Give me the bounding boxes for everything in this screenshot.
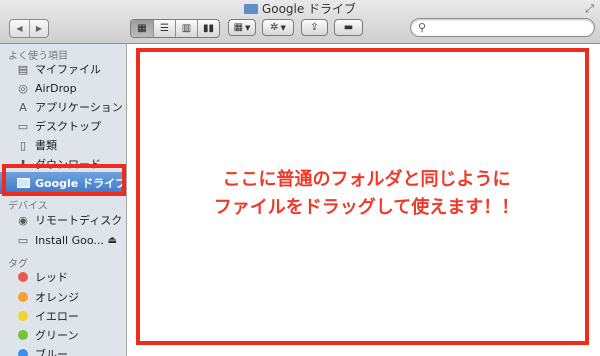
sidebar-item-google-drive[interactable]: Google ドライブ [0, 172, 127, 194]
sidebar-item-airdrop[interactable]: ◎ AirDrop [0, 78, 126, 98]
sidebar-item-label: AirDrop [35, 81, 77, 95]
tag-toggle-icon: ▬ [343, 22, 354, 33]
arrange-button[interactable]: ▦ ▼ [228, 19, 256, 36]
desktop-icon: ▭ [17, 119, 29, 133]
sidebar-item-label: デスクトップ [35, 120, 101, 133]
sidebar-item-remote-disc[interactable]: ◉ リモートディスク [0, 210, 126, 230]
sidebar-item-label: マイファイル [35, 63, 101, 76]
fullscreen-icon[interactable]: ⤢ [585, 2, 594, 16]
back-arrow-icon: ◀ [16, 24, 23, 33]
sidebar-item-tag-red[interactable]: レッド [0, 267, 126, 287]
title-bar: Google ドライブ ⤢ ◀ ▶ ▦ ☰ ▥ ▮▮ ▦ ▼ ✲ ▼ ⇪ ▬ ⚲ [0, 0, 600, 44]
documents-icon: ▯ [19, 138, 27, 152]
chevron-down-icon: ▼ [280, 23, 286, 32]
disk-icon: ▭ [17, 233, 29, 247]
sidebar-item-applications[interactable]: A アプリケーション [0, 97, 126, 117]
file-browser-area[interactable]: ここに普通のフォルダと同じように ファイルをドラッグして使えます！！ [128, 45, 600, 356]
icon-view-button[interactable]: ▦ [131, 20, 153, 37]
tag-dot-icon [16, 290, 30, 304]
finder-window: Google ドライブ ⤢ ◀ ▶ ▦ ☰ ▥ ▮▮ ▦▼ ✲▼ ⇪ ▬ ⚲ [0, 0, 600, 356]
column-view-button[interactable]: ▥ [175, 20, 197, 37]
search-field[interactable]: ⚲ [410, 18, 595, 37]
window-title: Google ドライブ [0, 2, 600, 16]
tag-dot-icon [16, 328, 30, 342]
instruction-line-2: ファイルをドラッグして使えます！！ [213, 197, 520, 218]
search-input[interactable] [431, 21, 586, 34]
sidebar-item-label: アプリケーション [35, 101, 123, 114]
sidebar-item-tag-green[interactable]: グリーン [0, 325, 126, 345]
drop-zone-highlight-frame: ここに普通のフォルダと同じように ファイルをドラッグして使えます！！ [136, 48, 589, 345]
chevron-down-icon: ▼ [245, 23, 251, 32]
instruction-line-1: ここに普通のフォルダと同じように [222, 169, 511, 190]
applications-icon: A [19, 100, 27, 114]
forward-arrow-icon: ▶ [35, 24, 43, 33]
columns-icon: ▥ [181, 23, 192, 34]
tags-button[interactable]: ▬ [334, 19, 363, 36]
eject-icon[interactable]: ⏏ [108, 235, 117, 246]
share-icon: ⇪ [310, 22, 319, 33]
gear-icon: ✲ [270, 22, 279, 33]
sidebar-item-desktop[interactable]: ▭ デスクトップ [0, 116, 126, 136]
coverflow-icon: ▮▮ [202, 23, 214, 34]
sidebar-item-downloads[interactable]: ⬇ ダウンロード [0, 154, 126, 174]
tag-dot-icon [16, 309, 30, 323]
folder-icon [16, 176, 30, 190]
tag-dot-icon [16, 270, 30, 284]
sidebar-item-label: Install Goo... [35, 233, 104, 247]
list-view-button[interactable]: ☰ [153, 20, 175, 37]
sidebar-item-label: 書類 [35, 139, 57, 152]
sidebar-item-label: ブルー [35, 348, 68, 356]
icon-grid-icon: ▦ [137, 23, 147, 34]
airdrop-icon: ◎ [18, 81, 28, 95]
remote-disc-icon: ◉ [18, 213, 28, 227]
sidebar-item-documents[interactable]: ▯ 書類 [0, 135, 126, 155]
sidebar-item-label: Google ドライブ [35, 177, 127, 190]
view-mode-group: ▦ ☰ ▥ ▮▮ [130, 19, 220, 38]
all-my-files-icon: ▤ [17, 62, 29, 76]
list-icon: ☰ [160, 23, 169, 34]
action-button[interactable]: ✲ ▼ [262, 19, 294, 36]
sidebar-item-tag-yellow[interactable]: イエロー [0, 306, 126, 326]
sidebar-item-tag-orange[interactable]: オレンジ [0, 287, 126, 307]
sidebar-item-label: オレンジ [35, 291, 79, 304]
tag-dot-icon [16, 347, 30, 356]
sidebar-item-label: レッド [35, 271, 68, 284]
sidebar-item-label: イエロー [35, 310, 79, 323]
folder-icon [243, 4, 258, 14]
back-forward-group: ◀ ▶ [9, 19, 49, 38]
downloads-icon: ⬇ [18, 157, 28, 171]
sidebar-item-tag-blue[interactable]: ブルー [0, 344, 126, 356]
search-icon: ⚲ [418, 21, 427, 34]
sidebar-item-label: ダウンロード [35, 158, 101, 171]
arrange-grid-icon: ▦ [233, 22, 244, 33]
back-button[interactable]: ◀ [10, 20, 29, 37]
coverflow-view-button[interactable]: ▮▮ [197, 20, 219, 37]
sidebar-item-label: グリーン [35, 329, 79, 342]
share-button[interactable]: ⇪ [301, 19, 328, 36]
sidebar-item-label: リモートディスク [35, 214, 123, 227]
sidebar-item-install-disk[interactable]: ▭ Install Goo... ⏏ [0, 230, 126, 250]
forward-button[interactable]: ▶ [29, 20, 48, 37]
sidebar-item-all-my-files[interactable]: ▤ マイファイル [0, 59, 126, 79]
sidebar: よく使う項目 ▤ マイファイル ◎ AirDrop A アプリケーション ▭ デ… [0, 44, 127, 356]
